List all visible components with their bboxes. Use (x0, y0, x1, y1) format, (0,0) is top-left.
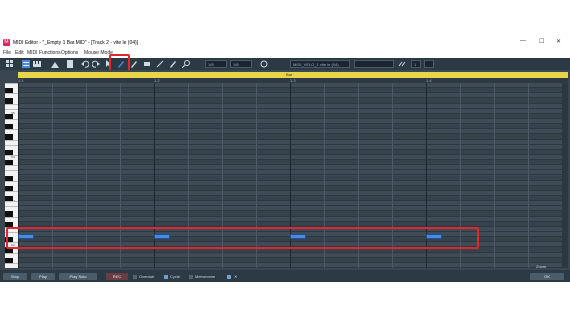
app-icon: M (3, 39, 10, 46)
play-button[interactable]: Play (31, 273, 55, 280)
toolbar: 1/8 1/8 MIDI_VELO_1 vite le (04) 1 (0, 58, 570, 70)
menu-file[interactable]: File (3, 50, 11, 56)
grid-icon[interactable] (6, 60, 14, 68)
metronome-label: Metronome (195, 274, 216, 279)
length-select[interactable]: 1/8 (230, 60, 252, 68)
piano-key-divider (5, 252, 18, 254)
piano-key-divider (5, 118, 18, 120)
zoom-label[interactable]: Zoom (536, 263, 546, 270)
piano-key-divider (5, 103, 18, 105)
menu-bar: File Edit MIDI Functions Options Mouse M… (0, 49, 570, 58)
checkbox-box (164, 274, 168, 279)
grid-beat-line (528, 83, 529, 268)
window-title: MIDI Editor - "_Empty 1 Bar.MID" - [Trac… (13, 40, 139, 46)
controller-select[interactable]: MIDI_VELO_1 vite le (04) (290, 60, 350, 68)
piano-key-divider (5, 165, 18, 167)
piano-key-divider (5, 144, 18, 146)
mute-tool-icon[interactable] (156, 60, 164, 68)
document-icon[interactable] (66, 60, 74, 68)
close-button[interactable]: ✕ (556, 38, 561, 45)
piano-key-divider (5, 154, 18, 156)
stop-button[interactable]: Stop (3, 273, 27, 280)
piano-key-divider (5, 170, 18, 172)
cycle-checkbox[interactable]: Cycle (164, 273, 180, 280)
step-field[interactable]: 1 (411, 60, 421, 68)
piano-key-divider (5, 206, 18, 208)
piano-key-divider (5, 201, 18, 203)
velocity-icon[interactable] (51, 60, 59, 68)
ok-button[interactable]: OK (530, 273, 564, 280)
minimize-button[interactable]: — (520, 38, 526, 44)
piano-key-divider (5, 190, 18, 192)
quantize-select[interactable]: 1/8 (205, 60, 227, 68)
rec-button[interactable]: REC (106, 273, 128, 280)
channel-select[interactable] (354, 60, 394, 68)
velocity-tool-icon[interactable] (169, 60, 177, 68)
piano-key-divider (5, 93, 18, 95)
piano-key-divider (5, 129, 18, 131)
piano-key-divider (5, 108, 18, 110)
metronome-checkbox[interactable]: Metronome (189, 273, 215, 280)
overdub-checkbox[interactable]: Overdub (133, 273, 154, 280)
play-solo-button[interactable]: Play Solo (59, 273, 97, 280)
keyboard-icon[interactable] (33, 60, 41, 68)
brush-icon[interactable] (130, 60, 138, 68)
link-icon[interactable] (398, 60, 406, 68)
checkbox-box (227, 274, 231, 279)
piano-key-divider (5, 180, 18, 182)
snap-icon[interactable] (260, 60, 268, 68)
notes-highlight (6, 227, 479, 249)
eraser-icon[interactable] (143, 60, 151, 68)
transport-bar: Stop Play Play Solo REC Overdub Cycle Me… (0, 264, 570, 282)
piano-key-divider (5, 216, 18, 218)
extra-checkbox[interactable] (227, 273, 233, 280)
piano-key-divider (5, 139, 18, 141)
menu-edit[interactable]: Edit (15, 50, 24, 56)
piano-roll-icon[interactable] (22, 60, 30, 68)
ruler-label: Bar (286, 72, 293, 77)
overdub-label: Overdub (139, 274, 155, 279)
redo-icon[interactable] (92, 60, 100, 68)
piano-key-divider (5, 83, 18, 84)
vertical-scrollbar[interactable] (562, 83, 568, 268)
piano-key-divider (5, 262, 18, 264)
menu-options[interactable]: Options (61, 50, 78, 56)
step-field-2[interactable] (424, 60, 434, 68)
grid-beat-line (494, 83, 495, 268)
undo-icon[interactable] (81, 60, 89, 68)
close-x-icon[interactable]: ✕ (234, 273, 237, 280)
checkbox-box (133, 274, 137, 279)
checkbox-box (189, 274, 193, 279)
menu-midi-functions[interactable]: MIDI Functions (27, 50, 61, 56)
cycle-label: Cycle (170, 274, 181, 279)
maximize-button[interactable]: ☐ (539, 38, 544, 45)
zoom-icon[interactable] (182, 60, 190, 68)
